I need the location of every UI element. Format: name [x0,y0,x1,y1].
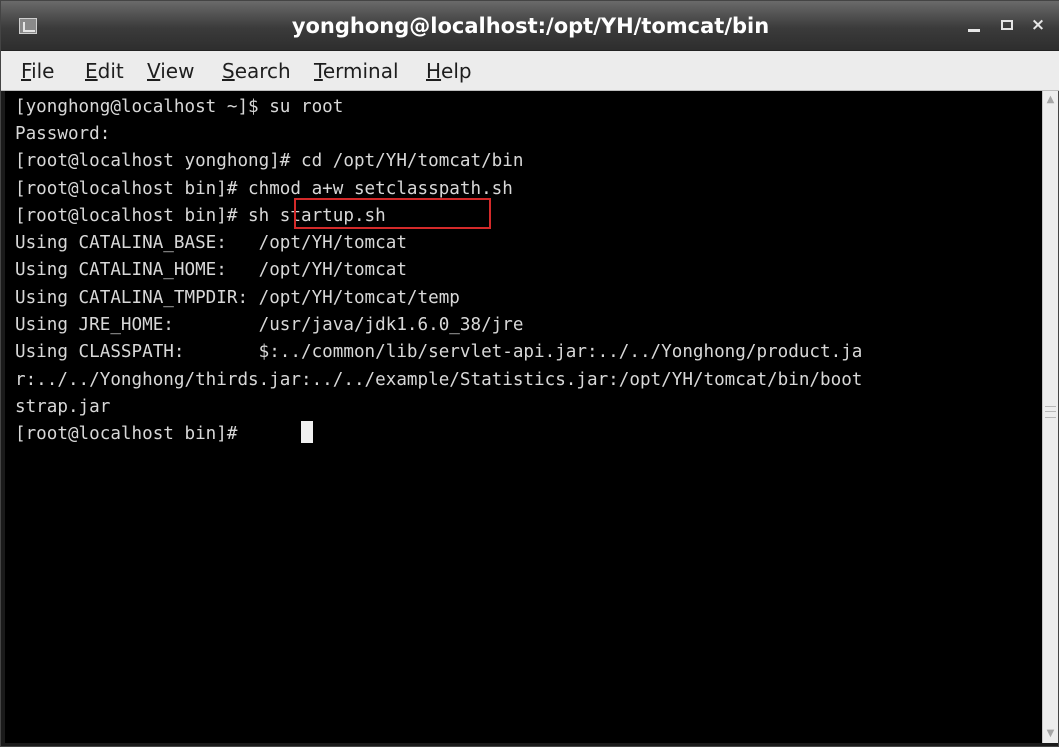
highlighted-command-box [294,198,491,229]
terminal-window: yonghong@localhost:/opt/YH/tomcat/bin × … [0,0,1059,747]
menu-help[interactable]: Help [426,51,472,91]
vertical-scrollbar[interactable]: ▲ ▼ [1042,91,1058,743]
terminal-line: Using CATALINA_BASE: /opt/YH/tomcat [15,233,407,253]
scroll-up-arrow-icon[interactable]: ▲ [1044,93,1057,107]
terminal-line: Using CATALINA_TMPDIR: /opt/YH/tomcat/te… [15,288,460,308]
terminal-line: strap.jar [15,397,111,417]
terminal-line: Using CLASSPATH: $:../common/lib/servlet… [15,342,863,362]
scroll-down-arrow-icon[interactable]: ▼ [1044,727,1057,741]
terminal-prompt-line: [root@localhost bin]# [15,424,249,444]
title-bar[interactable]: yonghong@localhost:/opt/YH/tomcat/bin × [1,1,1059,51]
menu-terminal[interactable]: Terminal [314,51,399,91]
menu-bar: File Edit View Search Terminal Help [1,51,1059,91]
scrollbar-grip-icon[interactable] [1045,406,1056,418]
terminal-line: Using JRE_HOME: /usr/java/jdk1.6.0_38/jr… [15,315,524,335]
terminal-output-area[interactable]: [yonghong@localhost ~]$ su root Password… [5,91,1042,743]
minimize-icon[interactable] [963,14,985,36]
maximize-icon[interactable] [996,14,1018,36]
menu-file[interactable]: File [21,51,54,91]
close-icon[interactable]: × [1027,14,1049,36]
menu-search[interactable]: Search [222,51,291,91]
menu-view[interactable]: View [147,51,194,91]
window-title: yonghong@localhost:/opt/YH/tomcat/bin [291,14,770,38]
terminal-line: [yonghong@localhost ~]$ su root [15,97,344,117]
terminal-line: r:../../Yonghong/thirds.jar:../../exampl… [15,370,863,390]
menu-edit[interactable]: Edit [85,51,124,91]
terminal-line: [root@localhost yonghong]# cd /opt/YH/to… [15,151,524,171]
terminal-line: Using CATALINA_HOME: /opt/YH/tomcat [15,260,407,280]
terminal-line: Password: [15,124,111,144]
text-cursor [301,421,313,443]
